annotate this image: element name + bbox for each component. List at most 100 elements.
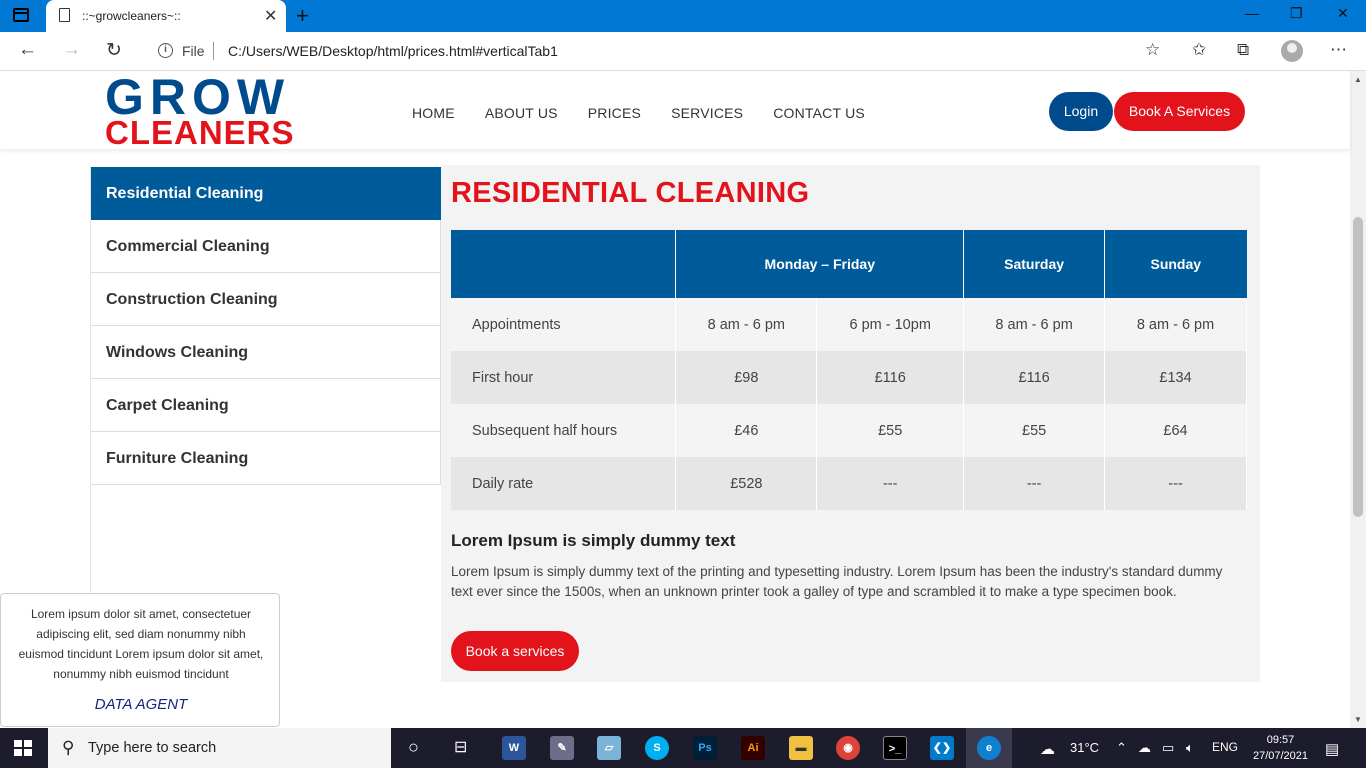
table-cell: First hour <box>451 351 677 404</box>
skype-icon[interactable]: S <box>645 736 669 760</box>
table-cell: £134 <box>1104 351 1247 404</box>
clock-date: 27/07/2021 <box>1252 750 1309 762</box>
logo-cleaners: CLEANERS <box>105 114 295 151</box>
close-tab-icon[interactable]: ✕ <box>264 6 277 26</box>
clock-time: 09:57 <box>1266 734 1295 746</box>
table-header <box>451 230 677 298</box>
menu-about[interactable]: ABOUT US <box>485 105 558 121</box>
new-tab-icon[interactable]: + <box>296 3 309 29</box>
tab-content-panel: RESIDENTIAL CLEANING Monday – Friday Sat… <box>441 165 1260 682</box>
notes-icon[interactable]: ▱ <box>597 736 621 760</box>
back-icon[interactable]: ← <box>18 39 37 61</box>
minimize-icon[interactable]: — <box>1245 5 1259 21</box>
word-icon[interactable]: W <box>502 736 526 760</box>
windows-start-icon[interactable] <box>14 740 32 756</box>
tab-residential-cleaning[interactable]: Residential Cleaning <box>91 167 441 220</box>
tray-chevron-icon[interactable]: ⌃ <box>1116 740 1127 756</box>
menu-home[interactable]: HOME <box>412 105 455 121</box>
login-button[interactable]: Login <box>1049 92 1113 131</box>
table-cell: £55 <box>816 404 965 457</box>
tab-furniture-cleaning[interactable]: Furniture Cleaning <box>91 432 441 485</box>
table-cell: Daily rate <box>451 457 677 510</box>
tab-actions-icon[interactable] <box>13 8 29 22</box>
table-header: Monday – Friday <box>675 230 965 298</box>
refresh-icon[interactable]: ↻ <box>106 39 122 62</box>
tab-commercial-cleaning[interactable]: Commercial Cleaning <box>91 220 441 273</box>
tab-carpet-cleaning[interactable]: Carpet Cleaning <box>91 379 441 432</box>
table-header: Saturday <box>963 230 1106 298</box>
table-header: Sunday <box>1104 230 1247 298</box>
weather-icon[interactable]: ☁ <box>1040 740 1055 758</box>
divider <box>213 42 214 60</box>
url-field[interactable]: C:/Users/WEB/Desktop/html/prices.html#ve… <box>228 43 558 59</box>
browser-tab[interactable]: ::~growcleaners~:: ✕ <box>46 0 286 32</box>
table-cell: 8 am - 6 pm <box>963 298 1106 351</box>
menu-prices[interactable]: PRICES <box>588 105 641 121</box>
table-cell: £116 <box>816 351 965 404</box>
tab-windows-cleaning[interactable]: Windows Cleaning <box>91 326 441 379</box>
close-window-icon[interactable]: ✕ <box>1337 5 1349 22</box>
table-cell: Subsequent half hours <box>451 404 677 457</box>
table-row: Daily rate £528 --- --- --- <box>451 457 1247 510</box>
agent-name[interactable]: DATA AGENT <box>1 696 281 713</box>
table-cell: 6 pm - 10pm <box>816 298 965 351</box>
weather-temp[interactable]: 31°C <box>1070 740 1099 755</box>
profile-avatar[interactable] <box>1281 40 1303 62</box>
table-cell: 8 am - 6 pm <box>1104 298 1247 351</box>
task-view-icon[interactable]: ⊟ <box>454 737 467 757</box>
notifications-icon[interactable]: ▤ <box>1325 740 1339 758</box>
site-logo[interactable]: GROW CLEANERS <box>105 69 295 151</box>
file-explorer-icon[interactable]: ▬ <box>789 736 813 760</box>
add-favorite-icon[interactable]: ☆ <box>1145 40 1160 60</box>
volume-icon[interactable]: 🔈︎ <box>1186 740 1194 756</box>
page-icon <box>59 8 70 22</box>
menu-contact[interactable]: CONTACT US <box>773 105 865 121</box>
price-table: Monday – Friday Saturday Sunday Appointm… <box>451 230 1247 510</box>
book-service-button[interactable]: Book A Services <box>1114 92 1245 131</box>
logo-grow: GROW <box>105 69 291 125</box>
table-row: Subsequent half hours £46 £55 £55 £64 <box>451 404 1247 457</box>
network-icon[interactable]: ☁ <box>1138 740 1151 756</box>
tab-title: ::~growcleaners~:: <box>82 9 181 23</box>
table-header-row: Monday – Friday Saturday Sunday <box>451 230 1247 298</box>
taskbar-search[interactable]: ⚲ Type here to search <box>48 728 391 768</box>
section-heading: Lorem Ipsum is simply dummy text <box>451 531 736 550</box>
file-label: File <box>182 43 205 59</box>
table-cell: Appointments <box>451 298 677 351</box>
photoshop-icon[interactable]: Ps <box>693 736 717 760</box>
search-icon: ⚲ <box>62 738 75 757</box>
section-body: Lorem Ipsum is simply dummy text of the … <box>451 564 1223 599</box>
terminal-icon[interactable]: >_ <box>883 736 907 760</box>
clock[interactable]: 09:57 27/07/2021 <box>1248 732 1313 764</box>
scroll-up-icon[interactable]: ▲ <box>1354 75 1362 84</box>
more-icon[interactable]: ⋯ <box>1330 40 1347 60</box>
table-cell: --- <box>1104 457 1247 510</box>
table-cell: £116 <box>963 351 1106 404</box>
display-icon[interactable]: ▭ <box>1162 740 1174 756</box>
forward-icon[interactable]: → <box>62 39 81 61</box>
edge-icon[interactable]: e <box>977 736 1001 760</box>
restore-icon[interactable]: ❐ <box>1290 5 1303 22</box>
scroll-down-icon[interactable]: ▼ <box>1354 715 1362 724</box>
menu-services[interactable]: SERVICES <box>671 105 743 121</box>
data-agent-widget[interactable]: Lorem ipsum dolor sit amet, consectetuer… <box>0 593 280 727</box>
panel-title: RESIDENTIAL CLEANING <box>451 177 810 209</box>
paint-icon[interactable]: ✎ <box>550 736 574 760</box>
page-scrollbar[interactable]: ▲ ▼ <box>1350 71 1366 728</box>
collections-icon[interactable]: ⧉ <box>1237 40 1249 60</box>
table-row: Appointments 8 am - 6 pm 6 pm - 10pm 8 a… <box>451 298 1247 351</box>
browser-titlebar: ::~growcleaners~:: ✕ + — ❐ ✕ <box>0 0 1366 32</box>
tab-construction-cleaning[interactable]: Construction Cleaning <box>91 273 441 326</box>
illustrator-icon[interactable]: Ai <box>741 736 765 760</box>
book-service-button-bottom[interactable]: Book a services <box>451 631 579 671</box>
table-cell: £46 <box>675 404 818 457</box>
cortana-icon[interactable]: ○ <box>408 737 419 758</box>
search-placeholder: Type here to search <box>88 740 217 756</box>
favorites-icon[interactable]: ✩ <box>1192 40 1206 60</box>
info-icon[interactable]: i <box>158 43 173 58</box>
language-indicator[interactable]: ENG <box>1212 740 1238 754</box>
scroll-thumb[interactable] <box>1353 217 1363 517</box>
vscode-icon[interactable]: ❮❯ <box>930 736 954 760</box>
chrome-icon[interactable]: ◉ <box>836 736 860 760</box>
agent-message: Lorem ipsum dolor sit amet, consectetuer… <box>18 607 264 681</box>
